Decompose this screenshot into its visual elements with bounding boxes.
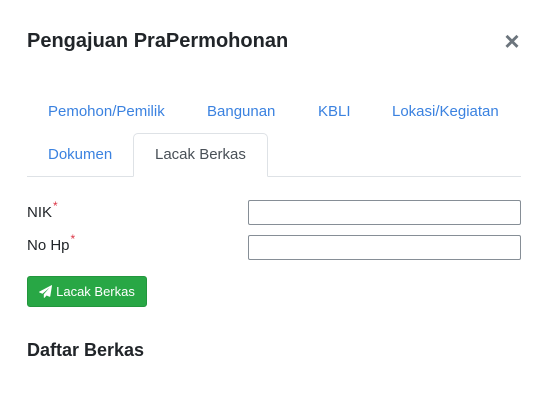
lacak-berkas-button-label: Lacak Berkas xyxy=(56,284,135,299)
tabs-divider xyxy=(27,176,521,177)
modal-title: Pengajuan PraPermohonan xyxy=(27,30,289,52)
phone-label: No Hp* xyxy=(27,232,76,254)
required-marker: * xyxy=(70,232,76,246)
tab-bar: Pemohon/Pemilik Bangunan KBLI Lokasi/Keg… xyxy=(27,91,521,177)
tab-lacak-berkas[interactable]: Lacak Berkas xyxy=(133,133,268,177)
nik-row: NIK* xyxy=(27,199,521,226)
tab-kbli[interactable]: KBLI xyxy=(297,91,372,134)
lacak-berkas-button[interactable]: Lacak Berkas xyxy=(27,276,147,307)
phone-input[interactable] xyxy=(248,235,521,260)
tab-pemohon-pemilik[interactable]: Pemohon/Pemilik xyxy=(27,91,186,134)
phone-row: No Hp* xyxy=(27,232,521,261)
close-icon[interactable]: × xyxy=(500,28,524,54)
tab-bangunan[interactable]: Bangunan xyxy=(186,91,296,134)
nik-label: NIK* xyxy=(27,199,58,221)
required-marker: * xyxy=(53,199,58,213)
daftar-berkas-heading: Daftar Berkas xyxy=(27,340,145,360)
tab-dokumen[interactable]: Dokumen xyxy=(27,134,133,177)
paper-plane-icon xyxy=(39,285,53,298)
nik-input[interactable] xyxy=(248,200,521,225)
tab-lokasi-kegiatan[interactable]: Lokasi/Kegiatan xyxy=(371,91,520,134)
